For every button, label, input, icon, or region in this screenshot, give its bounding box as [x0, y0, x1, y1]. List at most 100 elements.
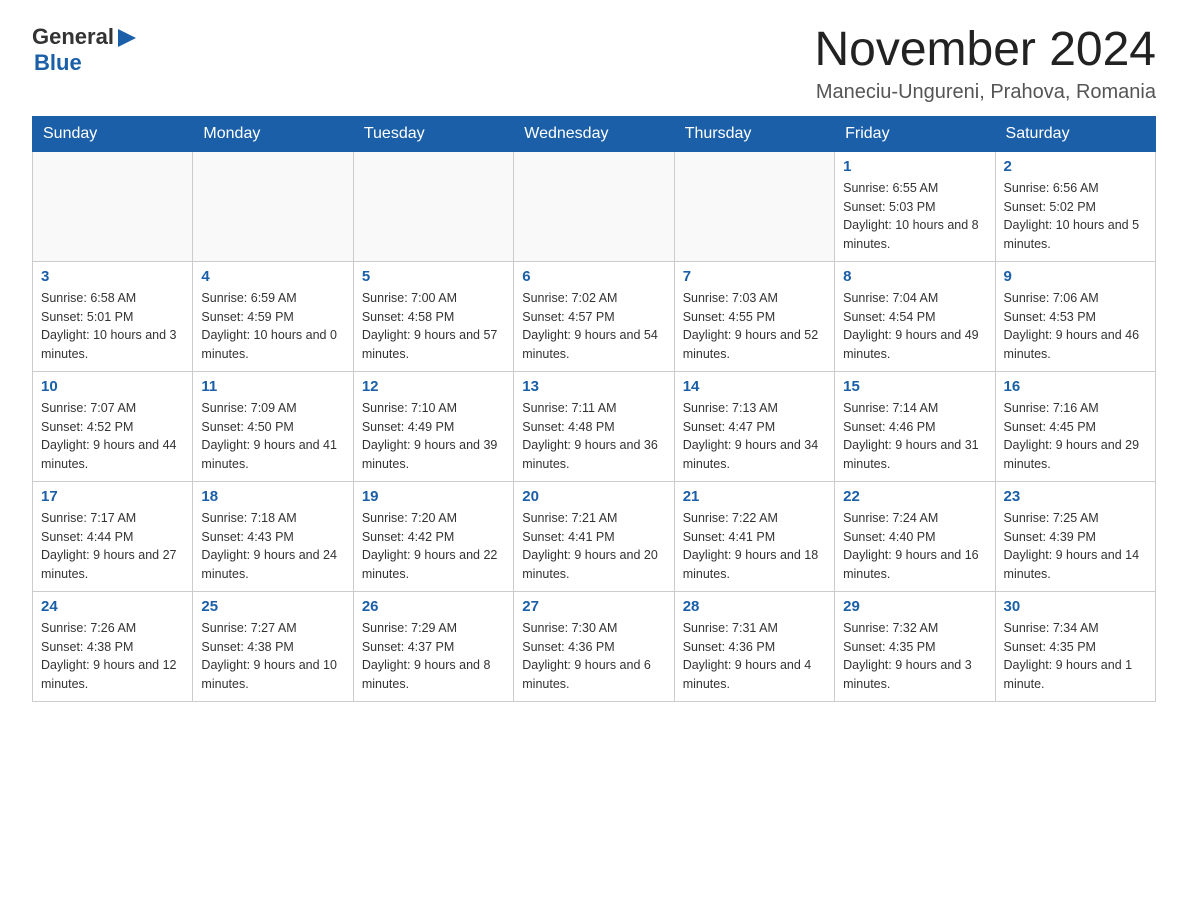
- day-cell: 22 Sunrise: 7:24 AMSunset: 4:40 PMDayligh…: [835, 481, 995, 591]
- day-info: Sunrise: 7:24 AMSunset: 4:40 PMDaylight:…: [843, 509, 986, 584]
- day-cell: 7 Sunrise: 7:03 AMSunset: 4:55 PMDaylight…: [674, 261, 834, 371]
- day-cell: 25 Sunrise: 7:27 AMSunset: 4:38 PMDayligh…: [193, 591, 353, 701]
- day-cell: 13 Sunrise: 7:11 AMSunset: 4:48 PMDayligh…: [514, 371, 674, 481]
- day-cell: 10 Sunrise: 7:07 AMSunset: 4:52 PMDayligh…: [33, 371, 193, 481]
- day-number: 11: [201, 378, 344, 395]
- location-subtitle: Maneciu-Ungureni, Prahova, Romania: [814, 81, 1156, 104]
- column-header-tuesday: Tuesday: [353, 116, 513, 151]
- logo: General Blue: [32, 24, 138, 76]
- page-header: General Blue November 2024 Maneciu-Ungur…: [32, 24, 1156, 104]
- day-info: Sunrise: 7:03 AMSunset: 4:55 PMDaylight:…: [683, 289, 826, 364]
- day-info: Sunrise: 7:25 AMSunset: 4:39 PMDaylight:…: [1004, 509, 1147, 584]
- week-row-2: 3 Sunrise: 6:58 AMSunset: 5:01 PMDaylight…: [33, 261, 1156, 371]
- day-number: 17: [41, 488, 184, 505]
- day-info: Sunrise: 7:22 AMSunset: 4:41 PMDaylight:…: [683, 509, 826, 584]
- day-number: 21: [683, 488, 826, 505]
- day-cell: 21 Sunrise: 7:22 AMSunset: 4:41 PMDayligh…: [674, 481, 834, 591]
- day-info: Sunrise: 7:20 AMSunset: 4:42 PMDaylight:…: [362, 509, 505, 584]
- week-row-1: 1 Sunrise: 6:55 AMSunset: 5:03 PMDaylight…: [33, 151, 1156, 261]
- day-number: 13: [522, 378, 665, 395]
- day-number: 15: [843, 378, 986, 395]
- day-info: Sunrise: 7:02 AMSunset: 4:57 PMDaylight:…: [522, 289, 665, 364]
- day-number: 3: [41, 268, 184, 285]
- logo-blue-text: Blue: [34, 50, 138, 76]
- title-area: November 2024 Maneciu-Ungureni, Prahova,…: [814, 24, 1156, 104]
- logo-general-text: General: [32, 24, 114, 50]
- day-number: 28: [683, 598, 826, 615]
- day-number: 10: [41, 378, 184, 395]
- day-number: 12: [362, 378, 505, 395]
- column-header-monday: Monday: [193, 116, 353, 151]
- day-cell: [193, 151, 353, 261]
- logo-triangle-icon: [116, 27, 138, 49]
- day-info: Sunrise: 7:26 AMSunset: 4:38 PMDaylight:…: [41, 619, 184, 694]
- day-number: 5: [362, 268, 505, 285]
- day-number: 30: [1004, 598, 1147, 615]
- day-number: 9: [1004, 268, 1147, 285]
- day-info: Sunrise: 7:04 AMSunset: 4:54 PMDaylight:…: [843, 289, 986, 364]
- day-cell: 23 Sunrise: 7:25 AMSunset: 4:39 PMDayligh…: [995, 481, 1155, 591]
- day-info: Sunrise: 7:16 AMSunset: 4:45 PMDaylight:…: [1004, 399, 1147, 474]
- day-info: Sunrise: 7:21 AMSunset: 4:41 PMDaylight:…: [522, 509, 665, 584]
- day-cell: 1 Sunrise: 6:55 AMSunset: 5:03 PMDaylight…: [835, 151, 995, 261]
- day-number: 25: [201, 598, 344, 615]
- day-cell: 26 Sunrise: 7:29 AMSunset: 4:37 PMDayligh…: [353, 591, 513, 701]
- day-cell: 14Sunrise: 7:13 AMSunset: 4:47 PMDayligh…: [674, 371, 834, 481]
- day-cell: 5Sunrise: 7:00 AMSunset: 4:58 PMDaylight…: [353, 261, 513, 371]
- day-info: Sunrise: 6:55 AMSunset: 5:03 PMDaylight:…: [843, 179, 986, 254]
- day-info: Sunrise: 7:29 AMSunset: 4:37 PMDaylight:…: [362, 619, 505, 694]
- day-cell: 15Sunrise: 7:14 AMSunset: 4:46 PMDayligh…: [835, 371, 995, 481]
- day-cell: 4 Sunrise: 6:59 AMSunset: 4:59 PMDaylight…: [193, 261, 353, 371]
- day-number: 1: [843, 158, 986, 175]
- day-info: Sunrise: 7:10 AMSunset: 4:49 PMDaylight:…: [362, 399, 505, 474]
- column-header-thursday: Thursday: [674, 116, 834, 151]
- week-row-4: 17Sunrise: 7:17 AMSunset: 4:44 PMDayligh…: [33, 481, 1156, 591]
- day-cell: 28 Sunrise: 7:31 AMSunset: 4:36 PMDayligh…: [674, 591, 834, 701]
- day-cell: [514, 151, 674, 261]
- day-info: Sunrise: 7:34 AMSunset: 4:35 PMDaylight:…: [1004, 619, 1147, 694]
- day-info: Sunrise: 7:09 AMSunset: 4:50 PMDaylight:…: [201, 399, 344, 474]
- day-info: Sunrise: 7:13 AMSunset: 4:47 PMDaylight:…: [683, 399, 826, 474]
- column-header-friday: Friday: [835, 116, 995, 151]
- column-header-wednesday: Wednesday: [514, 116, 674, 151]
- day-number: 26: [362, 598, 505, 615]
- day-number: 18: [201, 488, 344, 505]
- day-number: 22: [843, 488, 986, 505]
- day-cell: 27 Sunrise: 7:30 AMSunset: 4:36 PMDayligh…: [514, 591, 674, 701]
- day-info: Sunrise: 7:06 AMSunset: 4:53 PMDaylight:…: [1004, 289, 1147, 364]
- day-cell: 19 Sunrise: 7:20 AMSunset: 4:42 PMDayligh…: [353, 481, 513, 591]
- week-row-5: 24 Sunrise: 7:26 AMSunset: 4:38 PMDayligh…: [33, 591, 1156, 701]
- day-info: Sunrise: 6:59 AMSunset: 4:59 PMDaylight:…: [201, 289, 344, 364]
- week-row-3: 10 Sunrise: 7:07 AMSunset: 4:52 PMDayligh…: [33, 371, 1156, 481]
- day-number: 27: [522, 598, 665, 615]
- calendar-table: SundayMondayTuesdayWednesdayThursdayFrid…: [32, 116, 1156, 702]
- day-cell: 17Sunrise: 7:17 AMSunset: 4:44 PMDayligh…: [33, 481, 193, 591]
- day-cell: 9 Sunrise: 7:06 AMSunset: 4:53 PMDaylight…: [995, 261, 1155, 371]
- day-number: 7: [683, 268, 826, 285]
- day-cell: 20Sunrise: 7:21 AMSunset: 4:41 PMDayligh…: [514, 481, 674, 591]
- day-cell: 6Sunrise: 7:02 AMSunset: 4:57 PMDaylight…: [514, 261, 674, 371]
- day-cell: 8 Sunrise: 7:04 AMSunset: 4:54 PMDaylight…: [835, 261, 995, 371]
- day-number: 2: [1004, 158, 1147, 175]
- day-number: 23: [1004, 488, 1147, 505]
- day-info: Sunrise: 7:27 AMSunset: 4:38 PMDaylight:…: [201, 619, 344, 694]
- day-number: 4: [201, 268, 344, 285]
- day-cell: 29 Sunrise: 7:32 AMSunset: 4:35 PMDayligh…: [835, 591, 995, 701]
- day-info: Sunrise: 7:32 AMSunset: 4:35 PMDaylight:…: [843, 619, 986, 694]
- day-info: Sunrise: 7:07 AMSunset: 4:52 PMDaylight:…: [41, 399, 184, 474]
- day-number: 24: [41, 598, 184, 615]
- calendar-header-row: SundayMondayTuesdayWednesdayThursdayFrid…: [33, 116, 1156, 151]
- day-number: 16: [1004, 378, 1147, 395]
- day-number: 29: [843, 598, 986, 615]
- day-number: 8: [843, 268, 986, 285]
- day-cell: 18 Sunrise: 7:18 AMSunset: 4:43 PMDayligh…: [193, 481, 353, 591]
- column-header-sunday: Sunday: [33, 116, 193, 151]
- day-info: Sunrise: 7:31 AMSunset: 4:36 PMDaylight:…: [683, 619, 826, 694]
- day-info: Sunrise: 7:11 AMSunset: 4:48 PMDaylight:…: [522, 399, 665, 474]
- day-number: 19: [362, 488, 505, 505]
- day-cell: 2Sunrise: 6:56 AMSunset: 5:02 PMDaylight…: [995, 151, 1155, 261]
- day-info: Sunrise: 6:58 AMSunset: 5:01 PMDaylight:…: [41, 289, 184, 364]
- day-info: Sunrise: 7:18 AMSunset: 4:43 PMDaylight:…: [201, 509, 344, 584]
- day-cell: [353, 151, 513, 261]
- day-info: Sunrise: 7:30 AMSunset: 4:36 PMDaylight:…: [522, 619, 665, 694]
